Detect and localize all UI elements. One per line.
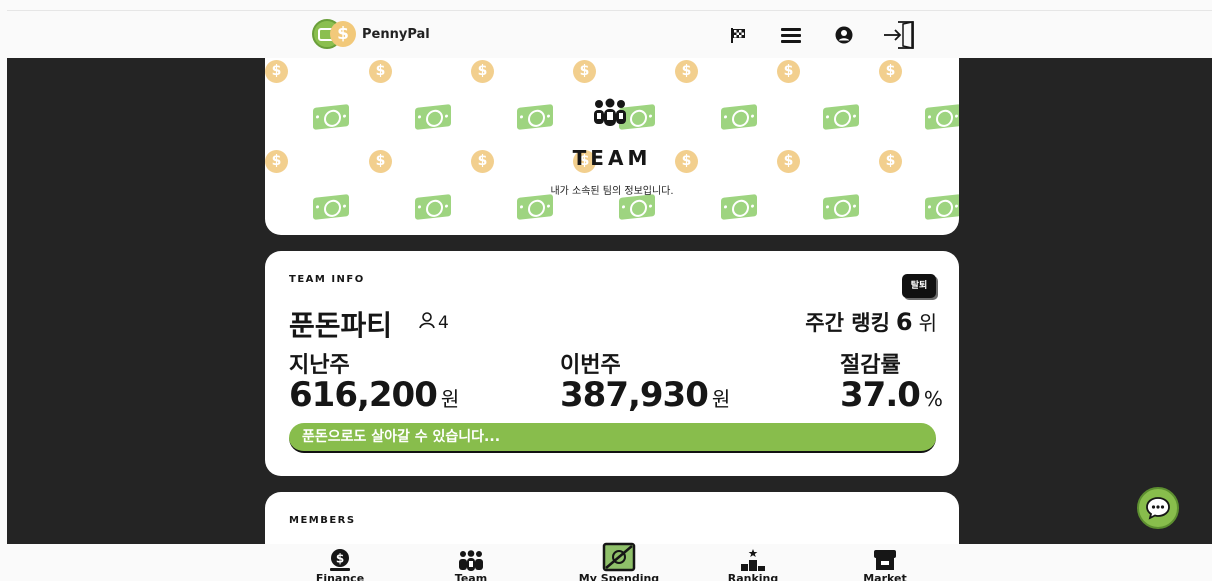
banknote-pattern-icon <box>721 104 757 130</box>
team-icon <box>591 98 629 132</box>
coin-pattern-icon: $ <box>369 60 392 83</box>
team-info-card: TEAM INFO 탈퇴 푼돈파티 4 주간 랭킹 6 위 지난주 616,20… <box>265 251 959 476</box>
svg-text:$: $ <box>336 552 344 566</box>
team-icon <box>431 544 511 572</box>
nav-team-label: Team <box>454 572 488 581</box>
weekly-ranking: 주간 랭킹 6 위 <box>805 307 937 337</box>
last-week-amount: 616,200 원 <box>289 375 459 415</box>
menu-icon[interactable] <box>779 20 803 50</box>
top-header: $ PennyPal <box>7 11 1212 58</box>
nav-market-label: Market <box>863 572 907 581</box>
store-icon <box>845 544 925 572</box>
pennypal-logo-icon: $ <box>312 19 356 49</box>
weekly-ranking-label: 주간 랭킹 <box>805 311 890 335</box>
leave-team-button[interactable]: 탈퇴 <box>902 274 936 298</box>
last-week-value: 616,200 <box>289 375 438 415</box>
nav-team[interactable]: Team <box>431 544 511 581</box>
saving-rate-unit: % <box>923 387 943 411</box>
hero-subtitle: 내가 소속된 팀의 정보입니다. <box>550 186 674 197</box>
nav-finance[interactable]: $ Finance <box>300 544 380 581</box>
this-week-unit: 원 <box>711 387 731 411</box>
saving-rate-value: 37.0 <box>840 375 921 415</box>
team-message-bar: 푼돈으로도 살아갈 수 있습니다... <box>289 423 936 453</box>
members-label: MEMBERS <box>289 515 356 526</box>
app-logo[interactable]: $ PennyPal <box>312 19 430 49</box>
coin-pattern-icon: $ <box>573 60 596 83</box>
bottom-navigation: $ Finance Team My Spending Ranking Marke… <box>7 542 1212 581</box>
dollar-coin-icon: $ <box>300 544 380 572</box>
flag-icon[interactable] <box>727 20 749 50</box>
this-week-value: 387,930 <box>560 375 709 415</box>
last-week-unit: 원 <box>440 387 460 411</box>
team-info-label: TEAM INFO <box>289 274 365 285</box>
spending-icon <box>572 542 666 572</box>
banknote-pattern-icon <box>823 194 859 220</box>
person-icon <box>418 311 436 334</box>
banknote-pattern-icon <box>415 194 451 220</box>
chat-bubble-icon <box>1146 497 1170 520</box>
banknote-pattern-icon <box>517 194 553 220</box>
weekly-ranking-unit: 위 <box>918 311 937 335</box>
nav-market[interactable]: Market <box>845 544 925 581</box>
weekly-ranking-value: 6 <box>895 308 913 336</box>
banknote-pattern-icon <box>619 194 655 220</box>
podium-icon <box>713 544 793 572</box>
saving-rate: 37.0 % <box>840 375 943 415</box>
banknote-pattern-icon <box>925 104 959 130</box>
member-count-value: 4 <box>438 312 449 333</box>
coin-pattern-icon: $ <box>777 60 800 83</box>
banknote-pattern-icon <box>517 104 553 130</box>
this-week-amount: 387,930 원 <box>560 375 730 415</box>
hero-title: TEAM <box>572 146 652 170</box>
banknote-pattern-icon <box>925 194 959 220</box>
coin-pattern-icon: $ <box>879 60 902 83</box>
nav-my-spending[interactable]: My Spending <box>572 542 666 581</box>
app-name: PennyPal <box>362 26 430 42</box>
member-count: 4 <box>418 311 449 334</box>
coin-pattern-icon: $ <box>675 60 698 83</box>
banknote-pattern-icon <box>823 104 859 130</box>
banknote-pattern-icon <box>313 194 349 220</box>
banknote-pattern-icon <box>313 104 349 130</box>
logout-icon[interactable] <box>881 20 917 50</box>
nav-finance-label: Finance <box>315 572 365 581</box>
coin-pattern-icon: $ <box>265 60 288 83</box>
team-name: 푼돈파티 <box>289 309 393 342</box>
nav-ranking-label: Ranking <box>727 572 779 581</box>
nav-my-spending-label: My Spending <box>578 572 660 581</box>
chat-button[interactable] <box>1137 487 1179 529</box>
banknote-pattern-icon <box>415 104 451 130</box>
user-circle-icon[interactable] <box>833 20 855 50</box>
team-hero-banner: $ $ $ $ $ $ $ $ $ $ $ $ $ $ TEAM 내가 소속된 팀의 정보입니다. <box>265 58 959 235</box>
nav-ranking[interactable]: Ranking <box>713 544 793 581</box>
banknote-pattern-icon <box>721 194 757 220</box>
coin-pattern-icon: $ <box>471 60 494 83</box>
